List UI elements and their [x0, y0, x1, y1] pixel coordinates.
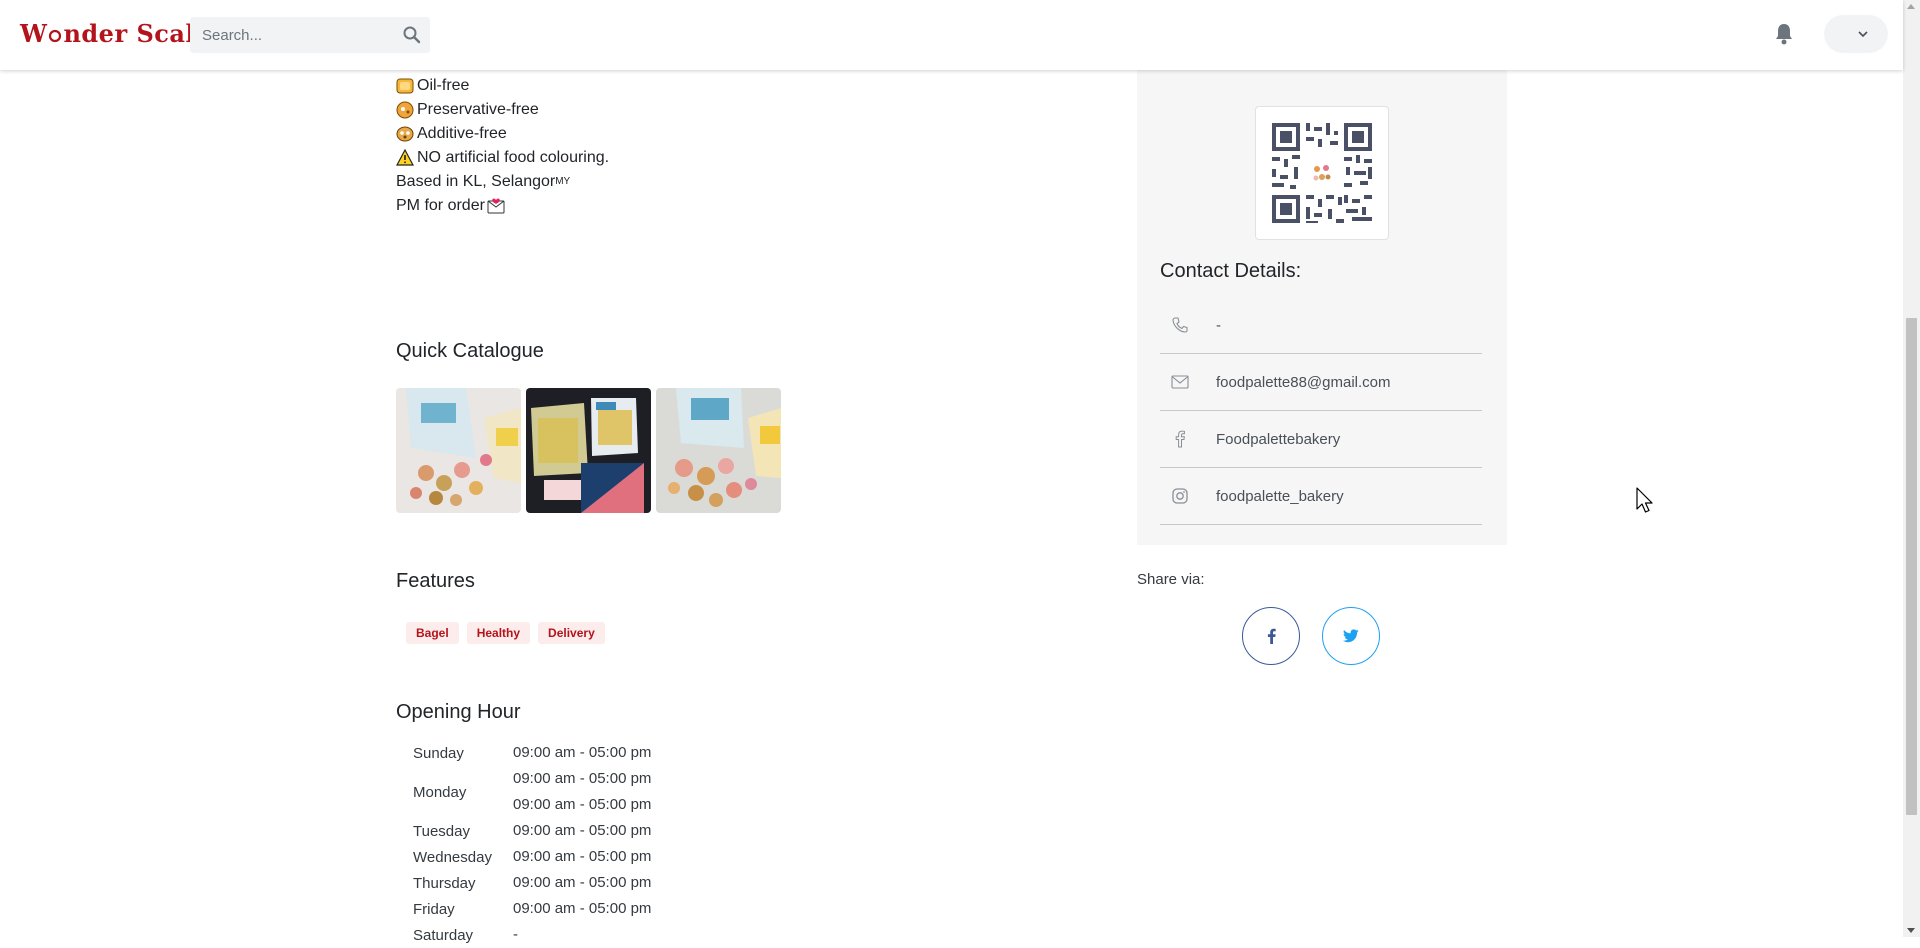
search-input[interactable] [190, 17, 414, 53]
day-label: Sunday [413, 744, 464, 762]
description-line: Based in KL, Selangor MY [396, 170, 609, 194]
hours-row: Tuesday 09:00 am - 05:00 pm [413, 818, 651, 844]
opening-hours-table: Sunday 09:00 am - 05:00 pm Monday 09:00 … [413, 740, 651, 948]
scroll-thumb[interactable] [1906, 318, 1917, 815]
phone-icon [1170, 315, 1190, 335]
search-bar [190, 17, 430, 53]
catalogue-gallery [396, 388, 781, 513]
hours-row: Thursday 09:00 am - 05:00 pm [413, 870, 651, 896]
description-text: Additive-free [417, 125, 507, 142]
share-via-label: Share via: [1137, 571, 1205, 588]
catalogue-photo-1[interactable] [396, 388, 521, 513]
description-text: Oil-free [417, 77, 470, 94]
description-text: PM for order [396, 197, 485, 214]
description-text: NO artificial food colouring. [417, 149, 610, 166]
time-range: 09:00 am - 05:00 pm [513, 770, 652, 787]
oil-free-emoji [396, 77, 414, 95]
time-range: 09:00 am - 05:00 pm [513, 848, 652, 865]
hours-row: Saturday - [413, 922, 651, 948]
description-line: Preservative-free [396, 98, 609, 122]
feature-tag[interactable]: Bagel [406, 622, 459, 644]
hours-row: Friday 09:00 am - 05:00 pm [413, 896, 651, 922]
catalogue-title: Quick Catalogue [396, 340, 544, 362]
time-range: 09:00 am - 05:00 pm [513, 796, 652, 813]
country-code: MY [555, 176, 571, 187]
catalogue-photo-3[interactable] [656, 388, 781, 513]
envelope-icon [1170, 372, 1190, 392]
search-icon[interactable] [402, 25, 422, 45]
time-range: 09:00 am - 05:00 pm [513, 822, 652, 839]
twitter-icon [1343, 629, 1359, 643]
top-navbar: Wnder Scale [0, 0, 1903, 70]
description-line: Additive-free [396, 122, 609, 146]
business-description: Oil-free Preservative-free Additive-free… [396, 74, 609, 218]
contact-email[interactable]: foodpalette88@gmail.com [1160, 354, 1482, 411]
description-line: PM for order [396, 194, 609, 218]
hours-row: Wednesday 09:00 am - 05:00 pm [413, 844, 651, 870]
contact-facebook-text: Foodpalettebakery [1216, 430, 1341, 448]
day-label: Friday [413, 900, 455, 918]
contact-list: - foodpalette88@gmail.com Foodpalettebak… [1160, 297, 1482, 525]
contact-facebook[interactable]: Foodpalettebakery [1160, 411, 1482, 468]
feature-tags: Bagel Healthy Delivery [406, 622, 605, 644]
qr-code[interactable] [1255, 106, 1389, 240]
share-twitter-button[interactable] [1322, 607, 1380, 665]
facebook-icon [1267, 628, 1276, 644]
contact-instagram-text: foodpalette_bakery [1216, 487, 1344, 505]
preservative-free-emoji [396, 101, 414, 119]
contact-details-title: Contact Details: [1160, 260, 1302, 282]
hours-row: Sunday 09:00 am - 05:00 pm [413, 740, 651, 766]
day-label: Tuesday [413, 822, 470, 840]
share-facebook-button[interactable] [1242, 607, 1300, 665]
hours-row: Monday 09:00 am - 05:00 pm 09:00 am - 05… [413, 766, 651, 818]
time-range: 09:00 am - 05:00 pm [513, 874, 652, 891]
contact-phone-text: - [1216, 316, 1221, 334]
day-label: Wednesday [413, 848, 492, 866]
opening-hour-title: Opening Hour [396, 701, 521, 723]
logo-heart-icon [49, 29, 62, 43]
contact-phone[interactable]: - [1160, 297, 1482, 354]
catalogue-photo-2[interactable] [526, 388, 651, 513]
envelope-emoji [487, 197, 505, 215]
bell-icon[interactable] [1773, 22, 1795, 46]
description-text: Preservative-free [417, 101, 539, 118]
contact-instagram[interactable]: foodpalette_bakery [1160, 468, 1482, 525]
warning-emoji [396, 148, 414, 167]
time-range: - [513, 926, 518, 943]
page-scrollbar[interactable] [1903, 0, 1920, 937]
scroll-up-arrow-icon[interactable] [1907, 4, 1915, 9]
description-text: Based in KL, Selangor [396, 173, 556, 190]
facebook-icon [1170, 429, 1190, 449]
description-line: NO artificial food colouring. [396, 146, 609, 170]
contact-panel: Contact Details: - foodpalette88@gmail.c… [1137, 70, 1507, 545]
user-menu-dropdown[interactable] [1824, 15, 1888, 53]
features-title: Features [396, 570, 475, 592]
feature-tag[interactable]: Delivery [538, 622, 605, 644]
feature-tag[interactable]: Healthy [466, 622, 531, 644]
scroll-down-arrow-icon[interactable] [1907, 928, 1915, 933]
day-label: Monday [413, 783, 467, 801]
time-range: 09:00 am - 05:00 pm [513, 900, 652, 917]
additive-free-emoji [396, 125, 414, 143]
contact-email-text: foodpalette88@gmail.com [1216, 373, 1391, 391]
description-line: Oil-free [396, 74, 609, 98]
mouse-cursor-icon [1636, 487, 1653, 513]
site-logo[interactable]: Wnder Scale [20, 19, 211, 48]
day-label: Saturday [413, 926, 474, 944]
time-range: 09:00 am - 05:00 pm [513, 744, 652, 761]
day-label: Thursday [413, 874, 476, 892]
instagram-icon [1170, 486, 1190, 506]
qr-code-image [1272, 123, 1372, 223]
chevron-down-icon [1858, 31, 1868, 38]
